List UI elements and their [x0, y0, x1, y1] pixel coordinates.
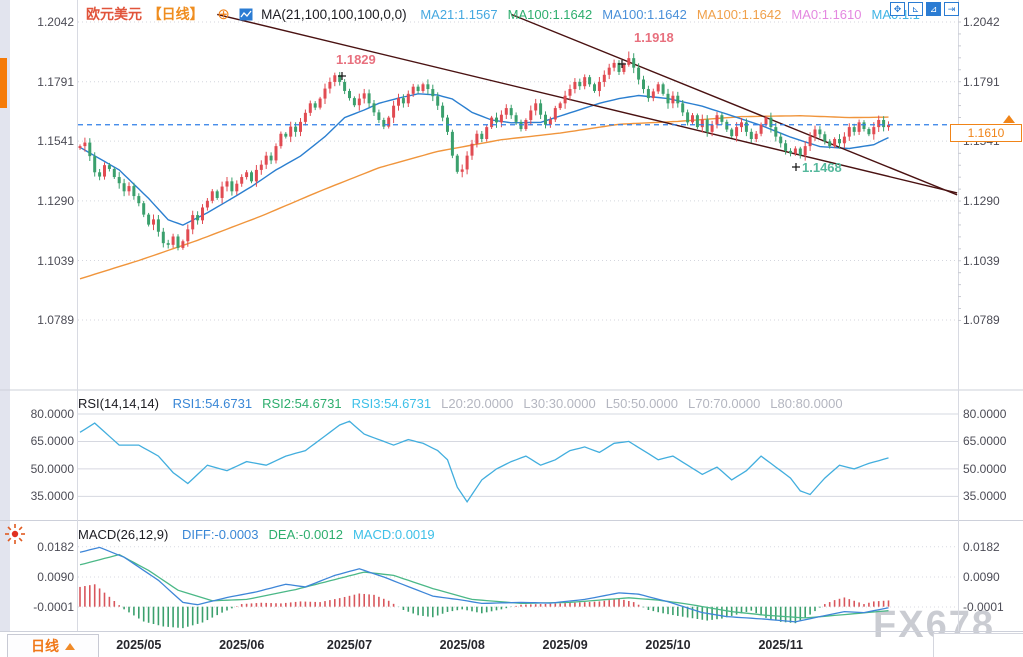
ma-value: MA100:1.1642 — [508, 7, 593, 22]
price-annotation: 1.1829 — [336, 52, 376, 67]
ma-settings-label: MA(21,100,100,100,0,0) — [261, 7, 407, 22]
symbol-title: 欧元美元 — [86, 6, 142, 22]
main-chart-header: 欧元美元 【日线】 ⊕ MA(21,100,100,100,0,0) MA21:… — [86, 4, 940, 24]
rsi-axis-label: 80.0000 — [18, 407, 74, 421]
triangle-up-icon — [65, 643, 75, 650]
period-selector-button[interactable]: 日线 — [7, 634, 99, 657]
rsi-title: RSI(14,14,14) — [78, 396, 159, 411]
rsi-value: RSI3:54.6731 — [352, 396, 432, 411]
rsi-axis-label: 35.0000 — [963, 489, 1006, 503]
rsi-value: RSI1:54.6731 — [173, 396, 253, 411]
period-selector-label: 日线 — [31, 636, 59, 656]
price-axis-label: 1.0789 — [32, 313, 74, 327]
macd-value: MACD:0.0019 — [353, 527, 435, 542]
rsi-value: RSI2:54.6731 — [262, 396, 342, 411]
price-axis-label: 1.2042 — [963, 15, 1000, 29]
ma-value: MA100:1.1642 — [697, 7, 782, 22]
price-axis-label: 1.1039 — [963, 254, 1000, 268]
ma-value: MA0:1.1610 — [791, 7, 861, 22]
price-annotation: 1.1468 — [802, 160, 842, 175]
macd-value: DEA:-0.0012 — [269, 527, 343, 542]
rsi-axis-label: 65.0000 — [18, 434, 74, 448]
price-axis-label: 1.1791 — [963, 75, 1000, 89]
add-compare-icon[interactable]: ⊕ — [217, 6, 230, 23]
macd-axis-label: 0.0090 — [18, 570, 74, 584]
rsi-axis-label: 65.0000 — [963, 434, 1006, 448]
macd-axis-label: 0.0182 — [963, 540, 1000, 554]
move-icon[interactable]: ✥ — [890, 2, 905, 16]
price-axis-label: 1.2042 — [32, 15, 74, 29]
axis-corner-box — [933, 633, 1023, 657]
pane-settings-sun-icon[interactable] — [2, 521, 28, 552]
chart-window: FX678 欧元美元 【日线】 ⊕ MA(21,100,100,100,0,0)… — [0, 0, 1023, 657]
price-annotation: 1.1918 — [634, 30, 674, 45]
indicator-icon[interactable] — [239, 8, 253, 24]
ma-value: MA100:1.1642 — [602, 7, 687, 22]
price-axis-label: 1.1290 — [963, 194, 1000, 208]
rsi-value: L50:50.0000 — [606, 396, 678, 411]
period-tag: 【日线】 — [148, 6, 204, 22]
pan-right-icon[interactable]: ⇥ — [944, 2, 959, 16]
macd-title: MACD(26,12,9) — [78, 527, 168, 542]
price-axis-label: 1.1039 — [32, 254, 74, 268]
price-axis-label: 1.1541 — [32, 134, 74, 148]
ma-value: MA21:1.1567 — [420, 7, 497, 22]
chart-toolbar: ✥⊾⊿⇥ — [890, 2, 959, 16]
macd-axis-label: 0.0090 — [963, 570, 1000, 584]
macd-values: DIFF:-0.0003 DEA:-0.0012 MACD:0.0019 — [182, 527, 445, 542]
rsi-value: L30:30.0000 — [523, 396, 595, 411]
price-chart-canvas[interactable] — [0, 0, 1023, 657]
macd-value: DIFF:-0.0003 — [182, 527, 259, 542]
rsi-header: RSI(14,14,14) RSI1:54.6731RSI2:54.6731RS… — [78, 396, 863, 411]
fit-horizontal-axis-icon[interactable]: ⊿ — [926, 2, 941, 16]
price-axis-label: 1.0789 — [963, 313, 1000, 327]
rsi-axis-label: 50.0000 — [18, 462, 74, 476]
price-up-arrow-icon — [1003, 115, 1015, 123]
price-axis-label: 1.1290 — [32, 194, 74, 208]
ma-values: MA21:1.1567 MA100:1.1642 MA100:1.1642 MA100… — [420, 7, 930, 22]
rsi-axis-label: 80.0000 — [963, 407, 1006, 421]
macd-axis-label: -0.0001 — [963, 600, 1004, 614]
rsi-value: L70:70.0000 — [688, 396, 760, 411]
macd-header: MACD(26,12,9) DIFF:-0.0003 DEA:-0.0012 MAC… — [78, 527, 455, 542]
rsi-axis-label: 50.0000 — [963, 462, 1006, 476]
rsi-values: RSI1:54.6731 RSI2:54.6731 RSI3:54.6731 L20:… — [173, 396, 853, 411]
rsi-value: L80:80.0000 — [770, 396, 842, 411]
macd-axis-label: -0.0001 — [18, 600, 74, 614]
rsi-axis-label: 35.0000 — [18, 489, 74, 503]
price-axis-label: 1.1791 — [32, 75, 74, 89]
fit-vertical-axis-icon[interactable]: ⊾ — [908, 2, 923, 16]
current-price-tag: 1.1610 — [950, 124, 1022, 142]
rsi-value: L20:20.0000 — [441, 396, 513, 411]
